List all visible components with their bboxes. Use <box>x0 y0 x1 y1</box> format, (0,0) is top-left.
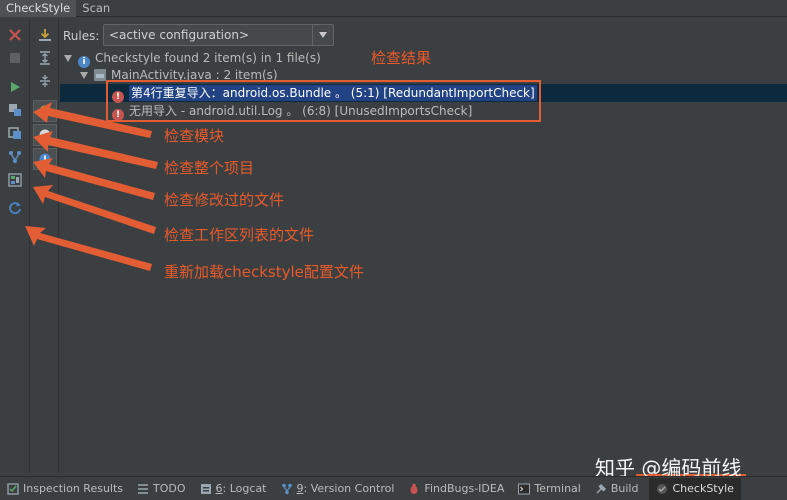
tab-version-control[interactable]: 9: Version Control <box>274 478 402 500</box>
tab-label: TODO <box>153 482 186 495</box>
tab-label: FindBugs-IDEA <box>424 482 505 495</box>
annotation-arrows <box>25 102 158 271</box>
tab-logcat[interactable]: 6: Logcat <box>193 478 274 500</box>
logcat-icon <box>200 483 212 495</box>
todo-icon <box>137 483 149 495</box>
tab-findbugs[interactable]: FindBugs-IDEA <box>401 478 511 500</box>
tab-build[interactable]: Build <box>588 478 646 500</box>
vcs-branch-icon <box>281 483 293 495</box>
build-icon <box>595 483 607 495</box>
annotation-module: 检查模块 <box>164 127 225 145</box>
tab-todo[interactable]: TODO <box>130 478 193 500</box>
tab-inspection-results[interactable]: Inspection Results <box>0 478 130 500</box>
tab-terminal[interactable]: Terminal <box>511 478 588 500</box>
annotation-result: 检查结果 <box>371 49 432 67</box>
checkstyle-icon <box>656 483 668 495</box>
arrow-reload <box>25 226 152 271</box>
tab-label: CheckStyle <box>672 482 734 495</box>
bottom-tool-bar: Inspection Results TODO 6: Logcat 9: Ver… <box>0 476 787 500</box>
annotation-changelist: 检查工作区列表的文件 <box>164 226 315 244</box>
tab-shortcut: 6 <box>215 482 223 495</box>
annotation-reload: 重新加载checkstyle配置文件 <box>164 263 364 281</box>
tab-label: : Version Control <box>303 482 395 495</box>
tab-checkstyle-bottom[interactable]: CheckStyle <box>649 477 741 500</box>
annotation-modified: 检查修改过的文件 <box>164 191 285 209</box>
tab-label: Build <box>610 482 639 495</box>
inspection-icon <box>7 482 19 495</box>
annotation-project: 检查整个项目 <box>164 159 255 177</box>
arrow-project <box>33 131 158 169</box>
bug-icon <box>408 483 420 495</box>
tab-shortcut: 9 <box>296 482 304 495</box>
tab-label: Inspection Results <box>23 482 124 495</box>
terminal-icon <box>518 483 531 495</box>
tab-label: Terminal <box>534 482 581 495</box>
tab-label: : Logcat <box>222 482 267 495</box>
